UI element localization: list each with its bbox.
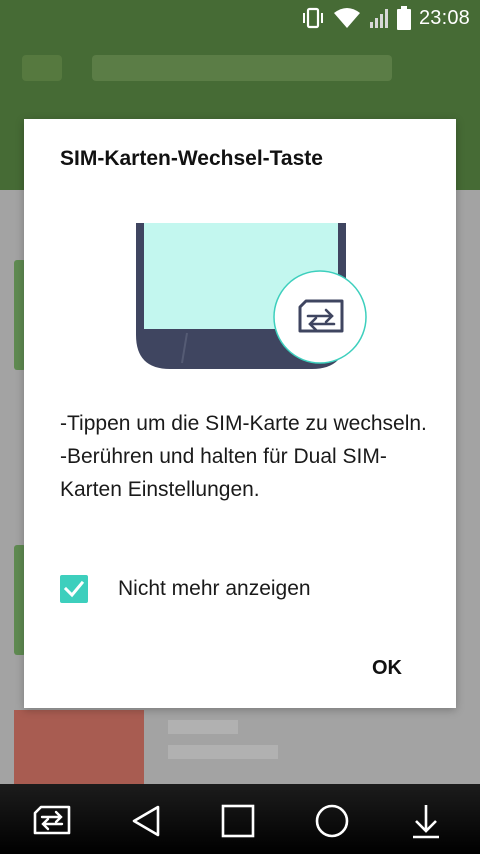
sim-switch-icon (33, 805, 71, 835)
recents-icon (221, 804, 255, 838)
message-line-2: -Berühren und halten für Dual SIM-Karten… (60, 445, 387, 501)
status-bar: 23:08 (0, 0, 480, 36)
background-menu-icon (22, 55, 62, 81)
sim-switch-dialog: SIM-Karten-Wechsel-Taste -Tippen um die … (24, 119, 456, 708)
back-icon (132, 805, 160, 837)
message-line-1: -Tippen um die SIM-Karte zu wechseln. (60, 412, 427, 435)
battery-icon (396, 6, 411, 30)
checkmark-icon (63, 580, 85, 598)
back-button[interactable] (125, 803, 167, 839)
phone-illustration (132, 223, 372, 373)
background-logo (14, 710, 144, 784)
dont-show-again-row[interactable]: Nicht mehr anzeigen (60, 575, 311, 603)
recents-button[interactable] (217, 803, 259, 839)
navigation-bar (0, 784, 480, 854)
notifications-button[interactable] (405, 803, 447, 839)
ok-button[interactable]: OK (372, 657, 402, 680)
home-icon (315, 804, 349, 838)
dialog-message: -Tippen um die SIM-Karte zu wechseln. -B… (60, 407, 430, 506)
home-button[interactable] (311, 803, 353, 839)
vibrate-icon (301, 7, 325, 29)
signal-icon (369, 7, 389, 29)
sim-switch-nav-button[interactable] (31, 803, 73, 839)
wifi-icon (333, 7, 361, 29)
notifications-down-icon (413, 805, 439, 839)
background-title (92, 55, 392, 81)
background-text (168, 745, 278, 759)
dont-show-again-label[interactable]: Nicht mehr anzeigen (118, 577, 311, 601)
status-clock: 23:08 (418, 6, 470, 29)
dont-show-again-checkbox[interactable] (60, 575, 88, 603)
background-text (168, 720, 238, 734)
dialog-title: SIM-Karten-Wechsel-Taste (60, 147, 323, 170)
